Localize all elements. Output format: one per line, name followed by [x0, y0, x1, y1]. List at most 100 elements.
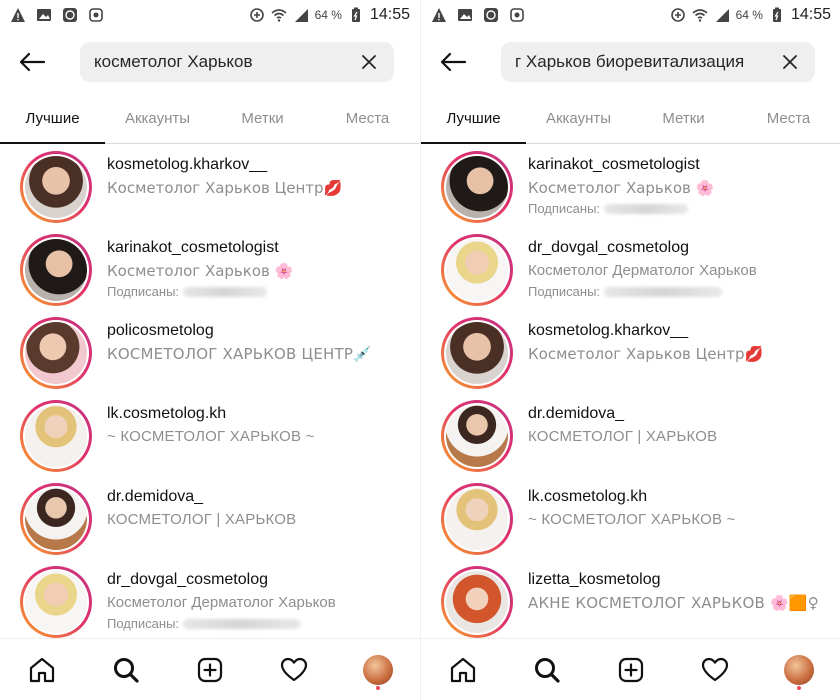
story-ring	[441, 566, 513, 638]
tab-accounts[interactable]: Аккаунты	[105, 100, 210, 143]
image-icon	[458, 9, 472, 21]
followed-by: Подписаны:	[528, 200, 714, 218]
nav-profile-button[interactable]	[356, 648, 400, 692]
signal-icon	[294, 9, 308, 22]
data-saver-icon	[670, 8, 685, 22]
avatar[interactable]	[25, 239, 87, 301]
blurred-follower-name	[183, 619, 302, 629]
avatar[interactable]	[446, 405, 508, 467]
tab-top[interactable]: Лучшие	[421, 100, 526, 144]
avatar[interactable]	[25, 322, 87, 384]
battery-icon	[772, 7, 781, 22]
app-icon	[510, 8, 524, 22]
clear-search-button[interactable]	[779, 51, 801, 73]
result-row[interactable]: kosmetolog.kharkov__ Косметолог Харьков …	[421, 311, 840, 394]
bio-subtitle: КОСМЕТОЛОГ | ХАРЬКОВ	[107, 511, 297, 528]
status-bar: 64 % 14:55	[421, 0, 840, 30]
battery-percent: 64 %	[314, 8, 342, 22]
result-row[interactable]: dr.demidova_ КОСМЕТОЛОГ | ХАРЬКОВ	[421, 394, 840, 477]
avatar[interactable]	[25, 571, 87, 633]
search-tabs: Лучшие Аккаунты Метки Места	[0, 100, 420, 144]
nav-home-button[interactable]	[20, 648, 64, 692]
blurred-follower-name	[604, 287, 723, 297]
close-icon	[362, 55, 376, 69]
back-button[interactable]	[435, 44, 471, 80]
bio-subtitle: ~ КОСМЕТОЛОГ ХАРЬКОВ ~	[107, 428, 315, 445]
username: dr.demidova_	[528, 405, 625, 422]
nav-profile-button[interactable]	[777, 648, 821, 692]
plus-square-icon	[618, 657, 644, 682]
shield-app-icon	[63, 8, 77, 22]
result-row[interactable]: lk.cosmetolog.kh ~ КОСМЕТОЛОГ ХАРЬКОВ ~	[0, 394, 420, 477]
avatar[interactable]	[25, 488, 87, 550]
search-input[interactable]: косметолог Харьков	[94, 52, 358, 72]
nav-home-button[interactable]	[441, 648, 485, 692]
username: kosmetolog.kharkov__	[107, 156, 268, 173]
arrow-left-icon	[19, 52, 46, 72]
nav-search-button[interactable]	[525, 648, 569, 692]
username: kosmetolog.kharkov__	[528, 322, 689, 339]
home-icon	[450, 657, 476, 682]
warning-icon	[432, 8, 446, 22]
tab-places[interactable]: Места	[315, 100, 420, 143]
shield-app-icon	[484, 8, 498, 22]
tab-accounts[interactable]: Аккаунты	[526, 100, 631, 143]
result-row[interactable]: dr_dovgal_cosmetolog Косметолог Дерматол…	[421, 228, 840, 311]
app-icon	[89, 8, 103, 22]
result-row[interactable]: kosmetolog.kharkov__ Косметолог Харьков …	[0, 145, 420, 228]
split-view: 64 % 14:55 косметолог Харьков Лучшие Акк…	[0, 0, 840, 700]
username: dr_dovgal_cosmetolog	[528, 239, 689, 256]
tab-places[interactable]: Места	[736, 100, 840, 143]
avatar[interactable]	[25, 156, 87, 218]
data-saver-icon	[249, 8, 264, 22]
result-row[interactable]: dr.demidova_ КОСМЕТОЛОГ | ХАРЬКОВ	[0, 477, 420, 560]
notification-dot	[376, 685, 380, 690]
clear-search-button[interactable]	[358, 51, 380, 73]
result-row[interactable]: lk.cosmetolog.kh ~ КОСМЕТОЛОГ ХАРЬКОВ ~	[421, 477, 840, 560]
back-button[interactable]	[14, 44, 50, 80]
username: karinakot_cosmetologist	[107, 239, 279, 256]
username: lizetta_kosmetolog	[528, 571, 661, 588]
image-icon	[37, 9, 51, 21]
result-row[interactable]: dr_dovgal_cosmetolog Косметолог Дерматол…	[0, 560, 420, 643]
story-ring	[441, 317, 513, 389]
story-ring	[20, 151, 92, 223]
result-row[interactable]: karinakot_cosmetologist Косметолог Харьк…	[0, 228, 420, 311]
nav-search-button[interactable]	[104, 648, 148, 692]
username: karinakot_cosmetologist	[528, 156, 700, 173]
search-field[interactable]: косметолог Харьков	[80, 42, 394, 82]
arrow-left-icon	[440, 52, 467, 72]
phone-screen-right: 64 % 14:55 г Харьков биоревитализация Лу…	[420, 0, 840, 700]
nav-activity-button[interactable]	[272, 648, 316, 692]
result-row[interactable]: policosmetolog КОСМЕТОЛОГ ХАРЬКОВ ЦЕНТР💉	[0, 311, 420, 394]
username: lk.cosmetolog.kh	[528, 488, 648, 505]
avatar[interactable]	[446, 571, 508, 633]
avatar[interactable]	[446, 239, 508, 301]
story-ring	[20, 400, 92, 472]
search-input[interactable]: г Харьков биоревитализация	[515, 52, 779, 72]
tab-tags[interactable]: Метки	[631, 100, 736, 143]
story-ring	[441, 400, 513, 472]
avatar[interactable]	[446, 156, 508, 218]
avatar[interactable]	[25, 405, 87, 467]
result-row[interactable]: karinakot_cosmetologist Косметолог Харьк…	[421, 145, 840, 228]
search-tabs: Лучшие Аккаунты Метки Места	[421, 100, 840, 144]
nav-create-button[interactable]	[609, 648, 653, 692]
avatar[interactable]	[446, 488, 508, 550]
nav-activity-button[interactable]	[693, 648, 737, 692]
clock: 14:55	[790, 6, 831, 23]
bio-subtitle: Косметолог Дерматолог Харьков	[107, 594, 336, 611]
close-icon	[783, 55, 797, 69]
profile-avatar	[363, 654, 393, 685]
search-header: г Харьков биоревитализация	[421, 38, 840, 86]
blurred-follower-name	[604, 204, 689, 214]
username: dr.demidova_	[107, 488, 204, 505]
avatar[interactable]	[446, 322, 508, 384]
result-row[interactable]: lizetta_kosmetolog АКНЕ КОСМЕТОЛОГ ХАРЬК…	[421, 560, 840, 643]
battery-percent: 64 %	[735, 8, 763, 22]
tab-top[interactable]: Лучшие	[0, 100, 105, 144]
search-field[interactable]: г Харьков биоревитализация	[501, 42, 815, 82]
tab-tags[interactable]: Метки	[210, 100, 315, 143]
nav-create-button[interactable]	[188, 648, 232, 692]
bottom-nav	[421, 638, 840, 700]
